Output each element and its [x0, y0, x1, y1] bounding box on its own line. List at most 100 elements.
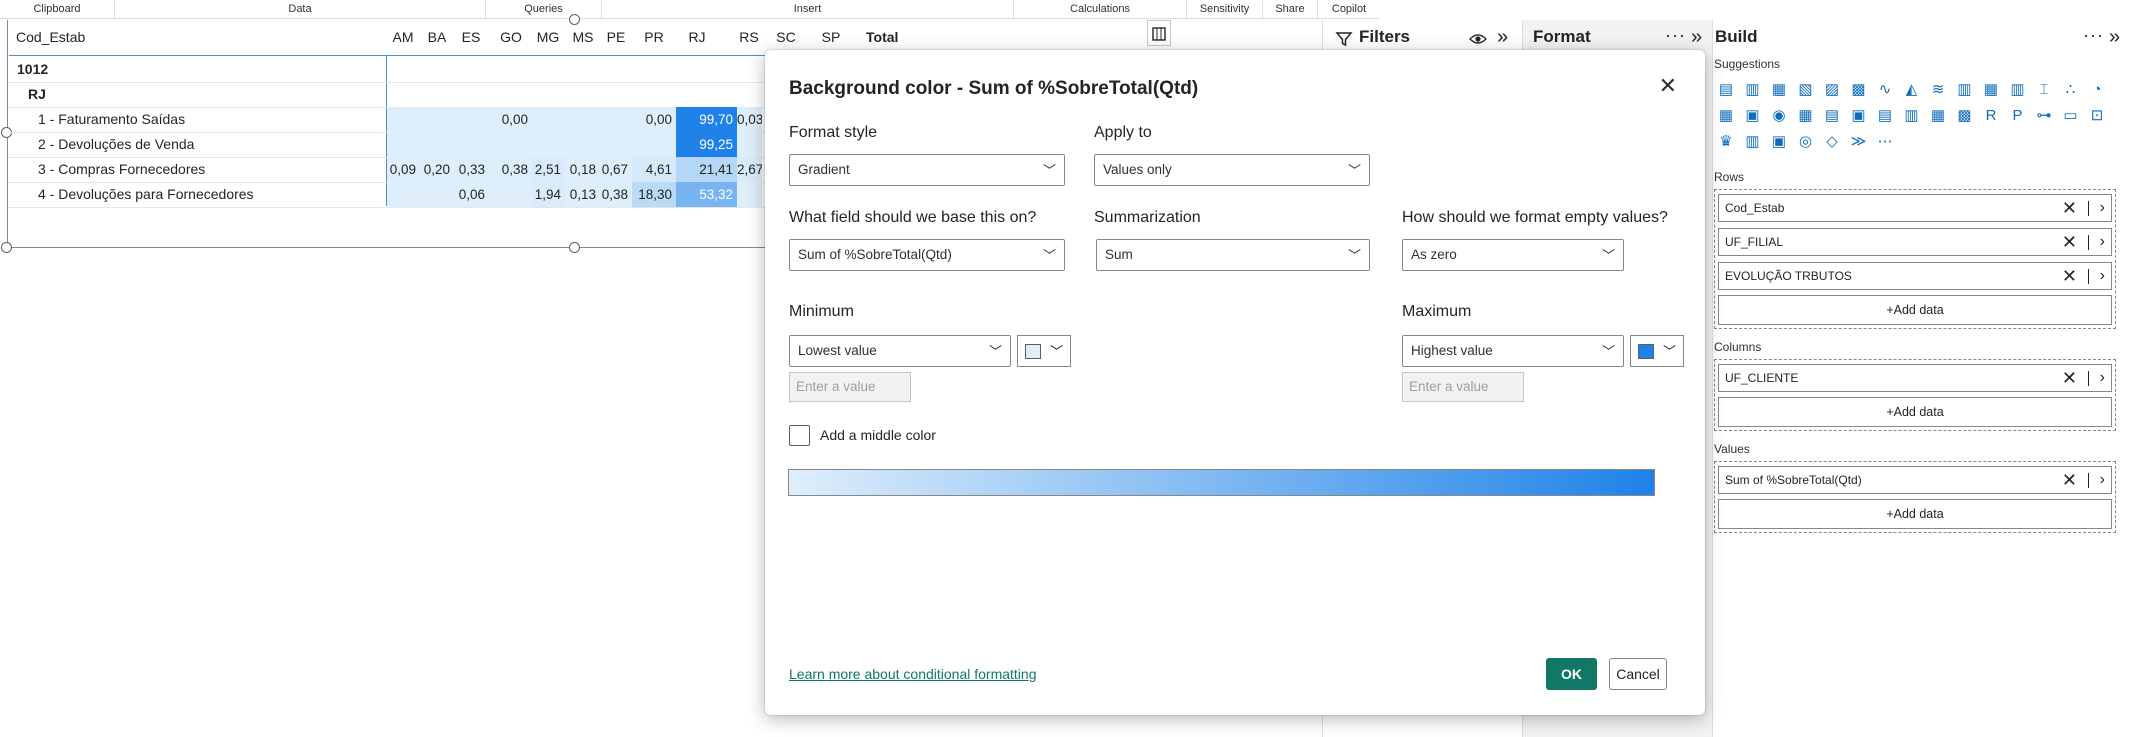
matrix-column-header[interactable]: GO — [491, 22, 531, 52]
base-field-dropdown[interactable]: Sum of %SobreTotal(Qtd) ﹀ — [789, 239, 1065, 271]
minimum-value-input[interactable]: Enter a value — [789, 372, 911, 402]
matrix-cell[interactable]: 0,03 — [737, 107, 762, 132]
chevron-right-icon[interactable]: › — [2100, 195, 2105, 221]
summarization-dropdown[interactable]: Sum ﹀ — [1096, 239, 1370, 271]
visualization-type-icon[interactable]: R — [1982, 107, 2000, 125]
matrix-cell[interactable]: 0,20 — [420, 157, 454, 182]
visualization-type-icon[interactable]: ▤ — [1823, 107, 1841, 125]
matrix-cell[interactable] — [600, 132, 632, 157]
remove-field-icon[interactable]: ✕ — [2062, 263, 2077, 289]
matrix-cell[interactable]: 0,00 — [632, 107, 676, 132]
visual-header-toolbar[interactable] — [1147, 20, 1171, 46]
matrix-cell[interactable]: 0,67 — [600, 157, 632, 182]
visualization-type-icon[interactable]: ▣ — [1770, 133, 1788, 151]
matrix-column-header[interactable]: SC — [766, 22, 806, 52]
matrix-cell[interactable] — [532, 107, 565, 132]
maximum-dropdown[interactable]: Highest value ﹀ — [1402, 335, 1624, 367]
matrix-cell[interactable] — [387, 182, 420, 207]
resize-handle-bottom-left[interactable] — [1, 242, 12, 253]
visualization-type-icon[interactable]: ▦ — [1982, 81, 2000, 99]
remove-field-icon[interactable]: ✕ — [2062, 467, 2077, 493]
visualization-type-icon[interactable]: ▦ — [1770, 81, 1788, 99]
visualization-type-icon[interactable]: ♛ — [1717, 133, 1735, 151]
visualization-type-icon[interactable]: ≫ — [1850, 133, 1868, 151]
remove-field-icon[interactable]: ✕ — [2062, 195, 2077, 221]
matrix-cell[interactable] — [387, 107, 420, 132]
matrix-cell[interactable]: 0,09 — [387, 157, 420, 182]
remove-field-icon[interactable]: ✕ — [2062, 229, 2077, 255]
rows-field-pill[interactable]: EVOLUÇÃO TRBUTOS ✕ › — [1718, 262, 2112, 290]
minimum-dropdown[interactable]: Lowest value ﹀ — [789, 335, 1011, 367]
visualization-type-icon[interactable]: ▥ — [1903, 107, 1921, 125]
matrix-subgroup-label[interactable]: RJ — [28, 82, 46, 107]
collapse-build-icon[interactable]: » — [2109, 26, 2120, 49]
matrix-cell[interactable]: 99,25 — [676, 132, 737, 157]
matrix-cell[interactable]: 53,32 — [676, 182, 737, 207]
ok-button[interactable]: OK — [1546, 658, 1597, 690]
close-icon[interactable]: ✕ — [1659, 75, 1677, 97]
visualization-type-icon[interactable]: ⊡ — [2088, 107, 2106, 125]
visualization-type-icon[interactable]: ▩ — [1956, 107, 1974, 125]
format-style-dropdown[interactable]: Gradient ﹀ — [789, 154, 1065, 186]
rows-field-pill[interactable]: Cod_Estab ✕ › — [1718, 194, 2112, 222]
eye-icon[interactable] — [1469, 31, 1487, 47]
visualization-type-icon[interactable]: ▦ — [1929, 107, 1947, 125]
matrix-column-header[interactable]: PR — [634, 22, 674, 52]
values-field-pill[interactable]: Sum of %SobreTotal(Qtd) ✕ › — [1718, 466, 2112, 494]
matrix-cell[interactable]: 0,33 — [454, 157, 489, 182]
matrix-cell[interactable] — [454, 132, 489, 157]
matrix-cell[interactable]: 21,41 — [676, 157, 737, 182]
visualization-type-icon[interactable]: ◇ — [1823, 133, 1841, 151]
columns-field-pill[interactable]: UF_CLIENTE ✕ › — [1718, 364, 2112, 392]
matrix-total-header[interactable]: Total — [866, 22, 898, 52]
resize-handle-bottom[interactable] — [569, 242, 580, 253]
rows-field-pill[interactable]: UF_FILIAL ✕ › — [1718, 228, 2112, 256]
matrix-cell[interactable]: 0,06 — [454, 182, 489, 207]
matrix-column-header[interactable]: ES — [451, 22, 491, 52]
matrix-group-label[interactable]: 1012 — [17, 57, 48, 82]
remove-field-icon[interactable]: ✕ — [2062, 365, 2077, 391]
matrix-cell[interactable]: 0,18 — [565, 157, 600, 182]
visualization-type-icon[interactable]: ∿ — [1876, 81, 1894, 99]
visualization-type-icon[interactable]: ▭ — [2062, 107, 2080, 125]
visualization-type-icon[interactable]: ▣ — [1744, 107, 1762, 125]
visualization-type-icon[interactable]: ▨ — [1823, 81, 1841, 99]
cancel-button[interactable]: Cancel — [1609, 658, 1667, 690]
matrix-cell[interactable]: 1,94 — [532, 182, 565, 207]
more-options-icon[interactable]: ··· — [2083, 25, 2104, 46]
visualization-type-icon[interactable]: ∴ — [2062, 81, 2080, 99]
empty-values-dropdown[interactable]: As zero ﹀ — [1402, 239, 1624, 271]
matrix-cell[interactable]: 0,00 — [489, 107, 532, 132]
matrix-cell[interactable] — [420, 132, 454, 157]
matrix-cell[interactable]: 2,51 — [532, 157, 565, 182]
matrix-cell[interactable] — [737, 182, 762, 207]
matrix-cell[interactable]: 18,30 — [632, 182, 676, 207]
matrix-column-header[interactable]: RS — [729, 22, 769, 52]
values-add-data-button[interactable]: +Add data — [1718, 499, 2112, 529]
maximum-color-picker[interactable]: ﹀ — [1630, 335, 1684, 367]
matrix-cell[interactable] — [387, 132, 420, 157]
visualization-type-icon[interactable]: ▥ — [1956, 81, 1974, 99]
minimum-color-picker[interactable]: ﹀ — [1017, 335, 1071, 367]
matrix-cell[interactable] — [565, 132, 600, 157]
visualization-type-icon[interactable]: P — [2009, 107, 2027, 125]
matrix-cell[interactable] — [489, 182, 532, 207]
visualization-type-icon[interactable]: ▩ — [1850, 81, 1868, 99]
matrix-cell[interactable] — [454, 107, 489, 132]
chevron-right-icon[interactable]: › — [2100, 365, 2105, 391]
visualization-type-icon[interactable]: ⌶ — [2035, 81, 2053, 99]
visualization-type-icon[interactable]: ▥ — [2009, 81, 2027, 99]
rows-add-data-button[interactable]: +Add data — [1718, 295, 2112, 325]
matrix-cell[interactable] — [600, 107, 632, 132]
maximum-value-input[interactable]: Enter a value — [1402, 372, 1524, 402]
matrix-row-header[interactable]: Cod_Estab — [16, 22, 85, 52]
visualization-type-icon[interactable]: ▤ — [1876, 107, 1894, 125]
matrix-row-label[interactable]: 1 - Faturamento Saídas — [38, 107, 185, 132]
matrix-column-header[interactable]: PE — [596, 22, 636, 52]
visualization-type-icon[interactable]: ▧ — [1797, 81, 1815, 99]
middle-color-checkbox[interactable] — [789, 425, 810, 446]
learn-more-link[interactable]: Learn more about conditional formatting — [789, 666, 1036, 682]
collapse-format-icon[interactable]: » — [1691, 26, 1702, 49]
visualization-type-icon[interactable]: ▦ — [1797, 107, 1815, 125]
matrix-cell[interactable] — [632, 132, 676, 157]
